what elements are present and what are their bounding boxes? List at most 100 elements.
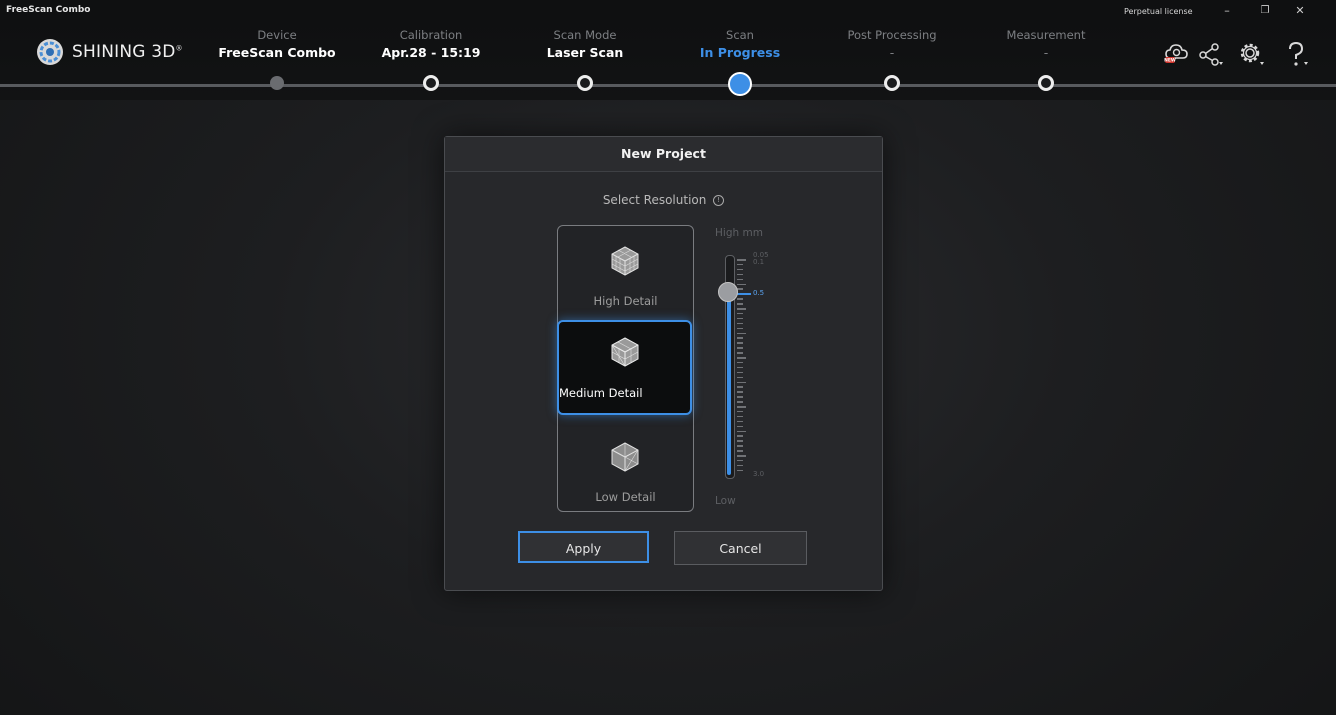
slider-tick <box>737 268 743 271</box>
slider-tick <box>737 420 743 423</box>
slider-tick <box>737 435 743 437</box>
step-node-measurement[interactable] <box>1038 75 1054 91</box>
shining3d-logo-icon <box>37 39 63 65</box>
maximize-button[interactable]: ❐ <box>1255 3 1275 19</box>
step-measurement[interactable]: Measurement - <box>971 28 1121 60</box>
option-medium-detail[interactable]: Medium Detail <box>557 320 692 415</box>
slider-tick <box>737 469 743 472</box>
license-label: Perpetual license <box>1124 7 1193 16</box>
tick-label-selected: 0.5 <box>753 289 765 297</box>
info-icon[interactable]: ! <box>713 195 725 206</box>
slider-tick <box>737 317 743 320</box>
slider-handle[interactable] <box>718 282 738 302</box>
option-label: High Detail <box>593 294 658 308</box>
select-resolution-label: Select Resolution ! <box>445 193 882 207</box>
close-button[interactable]: ✕ <box>1290 3 1310 19</box>
minimize-button[interactable]: – <box>1217 3 1237 19</box>
medium-detail-cube-icon <box>611 337 639 367</box>
tick-label: 0.1 <box>753 258 765 266</box>
slider-tick <box>737 298 743 300</box>
slider-tick <box>737 259 746 261</box>
slider-tick <box>737 450 743 452</box>
step-label: Device <box>257 28 297 42</box>
step-value: Apr.28 - 15:19 <box>381 45 481 60</box>
tick-label: 3.0 <box>753 470 765 478</box>
new-badge: NEW <box>1164 58 1176 64</box>
cloud-update-icon: NEW <box>1164 44 1188 64</box>
step-node-scan[interactable] <box>728 72 752 96</box>
slider-tick <box>737 386 743 388</box>
apply-button[interactable]: Apply <box>518 531 649 563</box>
slider-tick <box>737 401 743 403</box>
dialog-title: New Project <box>445 137 882 172</box>
cloud-update-button[interactable]: NEW <box>1164 40 1190 68</box>
step-value: - <box>1043 45 1049 60</box>
window-title: FreeScan Combo <box>6 5 91 15</box>
help-icon <box>1289 41 1308 66</box>
share-button[interactable] <box>1198 40 1224 68</box>
step-label: Scan <box>726 28 754 42</box>
step-label: Measurement <box>1006 28 1086 42</box>
step-scan-mode[interactable]: Scan Mode Laser Scan <box>510 28 660 60</box>
workflow-header: SHINING 3D® Device FreeScan Combo Calibr… <box>0 22 1336 100</box>
new-project-dialog: New Project Select Resolution ! High Det… <box>444 136 883 591</box>
slider-tick <box>737 308 746 310</box>
resolution-slider: High mm 0.05 0.1 0.5 3.0 Low <box>713 225 803 510</box>
step-label: Calibration <box>399 28 463 42</box>
slider-tick <box>737 312 743 315</box>
settings-icon <box>1240 43 1264 65</box>
workflow-rail <box>0 84 1336 87</box>
slider-tick <box>737 332 746 334</box>
slider-tick <box>737 371 743 374</box>
slider-tick <box>737 352 743 354</box>
slider-tick <box>737 303 743 305</box>
step-post-processing[interactable]: Post Processing - <box>817 28 967 60</box>
slider-tick <box>737 459 743 462</box>
cancel-button[interactable]: Cancel <box>674 531 807 565</box>
settings-button[interactable] <box>1238 40 1266 68</box>
low-detail-cube-icon <box>611 442 639 472</box>
slider-tick <box>737 425 743 428</box>
slider-tick <box>737 396 743 398</box>
select-resolution-text: Select Resolution <box>602 193 707 207</box>
step-node-device[interactable] <box>270 76 284 90</box>
slider-fill <box>727 297 731 475</box>
option-high-detail[interactable]: High Detail <box>558 226 693 318</box>
step-value: Laser Scan <box>546 45 624 60</box>
slider-tick <box>737 430 746 432</box>
slider-high-label: High mm <box>715 227 763 239</box>
slider-tick <box>737 322 743 325</box>
slider-ticks <box>737 259 747 475</box>
option-low-detail[interactable]: Low Detail <box>558 422 693 514</box>
slider-tick <box>737 381 746 383</box>
slider-tick <box>737 361 743 364</box>
step-scan[interactable]: Scan In Progress <box>665 28 815 60</box>
brand-name: SHINING 3D® <box>72 42 183 62</box>
step-node-scan-mode[interactable] <box>577 75 593 91</box>
slider-tick <box>737 263 743 266</box>
step-node-calibration[interactable] <box>423 75 439 91</box>
slider-tick <box>737 440 743 442</box>
slider-tick <box>737 283 746 285</box>
step-calibration[interactable]: Calibration Apr.28 - 15:19 <box>356 28 506 60</box>
slider-pointer <box>737 293 751 295</box>
share-icon <box>1199 43 1223 66</box>
step-node-post-processing[interactable] <box>884 75 900 91</box>
slider-tick <box>737 415 743 418</box>
slider-tick <box>737 410 743 413</box>
help-button[interactable] <box>1285 40 1313 68</box>
app-window: FreeScan Combo Perpetual license – ❐ ✕ S… <box>0 0 1336 715</box>
slider-tick <box>737 357 746 359</box>
slider-tick <box>737 391 743 393</box>
slider-tick <box>737 406 746 408</box>
slider-tick <box>737 342 743 344</box>
slider-tick <box>737 337 743 339</box>
step-device[interactable]: Device FreeScan Combo <box>202 28 352 60</box>
high-detail-cube-icon <box>611 246 639 276</box>
slider-tick <box>737 273 743 276</box>
slider-tick <box>737 455 746 457</box>
option-label: Low Detail <box>595 490 656 504</box>
step-label: Scan Mode <box>553 28 617 42</box>
option-label: Medium Detail <box>559 386 643 400</box>
step-value: In Progress <box>699 45 781 60</box>
